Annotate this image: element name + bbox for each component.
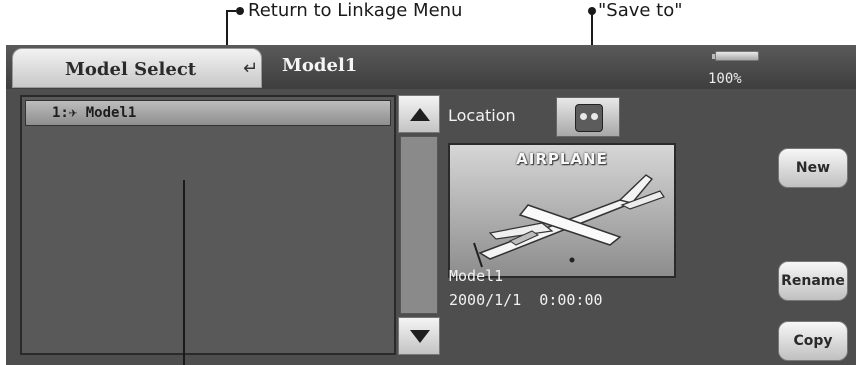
rename-model-button[interactable]: Rename: [778, 261, 848, 301]
return-annotation-horizontal: [226, 10, 236, 12]
model-list[interactable]: 1:✈ Model1: [20, 95, 396, 355]
airplane-icon: ✈: [68, 105, 78, 121]
tab-title: Model Select: [65, 59, 197, 80]
battery-percent: 100%: [708, 71, 742, 87]
scroll-track[interactable]: [400, 136, 438, 314]
save-location-button[interactable]: [556, 97, 620, 137]
model-type-label: AIRPLANE: [516, 150, 608, 168]
list-item-index: 1:: [52, 105, 69, 121]
location-label: Location: [448, 106, 516, 125]
list-item[interactable]: 1:✈ Model1: [25, 100, 391, 126]
return-annotation-label: Return to Linkage Menu: [248, 0, 463, 21]
battery-icon: [712, 51, 759, 61]
scroll-down-button[interactable]: [398, 317, 440, 355]
new-model-button[interactable]: New: [778, 148, 848, 188]
model-info-name: Model1: [449, 267, 504, 285]
current-model-name: Model1: [282, 55, 358, 76]
copy-model-button[interactable]: Copy: [778, 321, 848, 361]
scroll-up-button[interactable]: [398, 95, 440, 133]
model-select-tab[interactable]: Model Select ↵: [12, 48, 262, 88]
model-type-image: AIRPLANE: [448, 143, 676, 278]
model-info-date: 2000/1/1 0:00:00: [449, 291, 603, 309]
list-item-name: Model1: [85, 105, 137, 121]
transmitter-icon: [575, 104, 603, 132]
list-annotation-line: [183, 180, 185, 365]
save-to-annotation-label: "Save to": [598, 0, 683, 21]
list-scrollbar[interactable]: [398, 95, 440, 355]
return-door-icon[interactable]: ↵: [243, 58, 265, 80]
device-screen: Model Select ↵ Model1 100% 1:✈ Model1 Lo…: [6, 45, 856, 365]
return-annotation-dot: [236, 7, 244, 15]
